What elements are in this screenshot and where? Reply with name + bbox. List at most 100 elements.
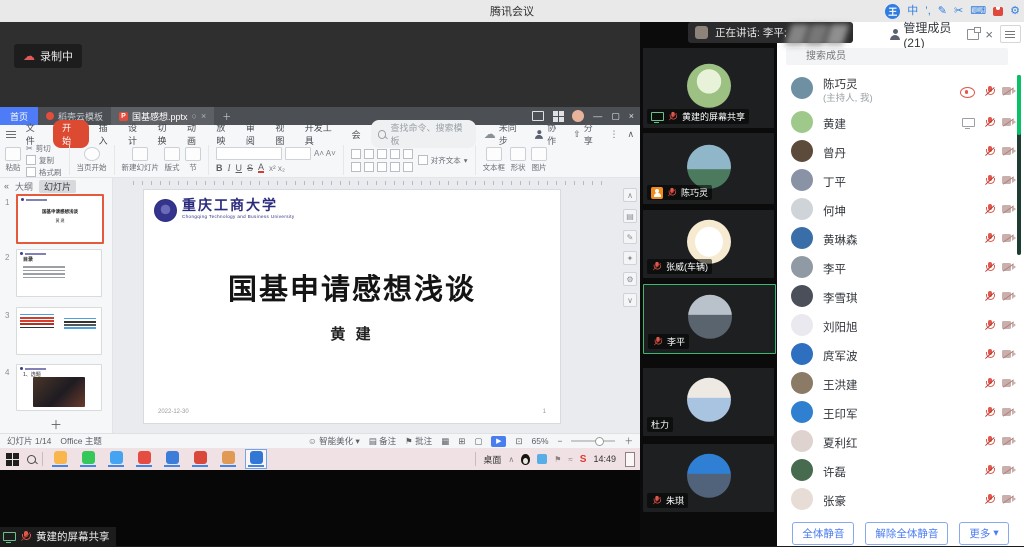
member-row[interactable]: 黄建 bbox=[777, 108, 1024, 137]
taskbar-qq-icon[interactable] bbox=[105, 449, 127, 469]
menu-review[interactable]: 审阅 bbox=[244, 120, 265, 148]
workspace-grid-icon[interactable] bbox=[553, 111, 558, 116]
ime-lang-icon[interactable]: 中 bbox=[907, 4, 918, 19]
main-menu-icon[interactable] bbox=[6, 131, 16, 138]
numbering-button[interactable] bbox=[364, 149, 374, 159]
camera-off-icon[interactable] bbox=[1002, 292, 1016, 301]
zoom-level[interactable]: 65% bbox=[532, 436, 549, 446]
indent-inc-button[interactable] bbox=[390, 149, 400, 159]
member-row[interactable]: 夏利红 bbox=[777, 427, 1024, 456]
camera-off-icon[interactable] bbox=[1002, 176, 1016, 185]
menu-devtools[interactable]: 开发工具 bbox=[303, 120, 342, 148]
slide-canvas[interactable]: 重庆工商大学 Chongqing Technology and Business… bbox=[144, 190, 560, 423]
mic-muted-icon[interactable] bbox=[984, 320, 996, 332]
popout-icon[interactable] bbox=[967, 29, 979, 40]
animation-pane-icon[interactable]: ✦ bbox=[623, 251, 637, 265]
menu-insert[interactable]: 插入 bbox=[97, 120, 118, 148]
member-row[interactable]: 黄琳森 bbox=[777, 224, 1024, 253]
camera-off-icon[interactable] bbox=[1002, 147, 1016, 156]
font-grow-shrink[interactable]: A˄ A˅ bbox=[314, 149, 336, 158]
taskbar-app2-icon[interactable] bbox=[217, 449, 239, 469]
font-family-select[interactable] bbox=[216, 147, 282, 160]
new-slide-button[interactable]: 新建幻灯片 bbox=[122, 147, 160, 173]
menu-member[interactable]: 会 bbox=[350, 127, 363, 142]
camera-off-icon[interactable] bbox=[1002, 437, 1016, 446]
taskbar-explorer-icon[interactable] bbox=[49, 449, 71, 469]
format-painter-button[interactable]: 格式刷 bbox=[26, 167, 62, 178]
member-row[interactable]: 李雪琪 bbox=[777, 282, 1024, 311]
taskbar-wechat-icon[interactable] bbox=[77, 449, 99, 469]
justify-button[interactable] bbox=[390, 162, 400, 172]
video-tile-speaking[interactable]: 李平 bbox=[643, 284, 776, 354]
slides-tab[interactable]: 幻灯片 bbox=[39, 180, 76, 193]
font-color-button[interactable]: A bbox=[258, 163, 264, 173]
ime-punct-icon[interactable]: ’, bbox=[925, 4, 931, 19]
tray-flag-icon[interactable] bbox=[554, 455, 561, 464]
desktop-toolbar[interactable]: 桌面 bbox=[483, 453, 501, 466]
font-size-select[interactable] bbox=[285, 147, 311, 160]
normal-view-icon[interactable] bbox=[441, 436, 449, 447]
video-tile[interactable]: 陈巧灵 bbox=[643, 133, 774, 204]
member-row[interactable]: 何坤 bbox=[777, 195, 1024, 224]
share-button[interactable]: 分享 bbox=[573, 121, 600, 147]
notes-button[interactable]: 备注 bbox=[369, 435, 396, 447]
restore-button[interactable]: ▢ bbox=[611, 111, 620, 122]
scroll-down-icon[interactable]: ∨ bbox=[623, 293, 637, 307]
tray-network-icon[interactable]: ≈ bbox=[568, 455, 572, 464]
video-tile[interactable]: 杜力 bbox=[643, 368, 774, 436]
menu-animation[interactable]: 动画 bbox=[185, 120, 206, 148]
skin-icon[interactable] bbox=[993, 7, 1003, 16]
superscript-subscript[interactable]: x² x₂ bbox=[269, 164, 285, 173]
notification-center-icon[interactable] bbox=[625, 452, 635, 467]
member-row[interactable]: 许磊 bbox=[777, 456, 1024, 485]
sorter-view-icon[interactable] bbox=[458, 436, 465, 447]
mute-all-button[interactable]: 全体静音 bbox=[792, 522, 854, 545]
member-row[interactable]: 陈巧灵 (主持人, 我) bbox=[777, 74, 1024, 108]
ime-logo-icon[interactable]: 王 bbox=[885, 4, 900, 19]
camera-off-icon[interactable] bbox=[1002, 350, 1016, 359]
minimize-button[interactable]: — bbox=[593, 111, 602, 121]
camera-off-icon[interactable] bbox=[1002, 408, 1016, 417]
edit-icon[interactable] bbox=[623, 230, 637, 244]
play-from-page-button[interactable]: 当页开始 bbox=[77, 147, 107, 173]
split-view-icon[interactable] bbox=[532, 111, 544, 121]
slideshow-play-button[interactable]: ▶ bbox=[491, 436, 506, 447]
mic-muted-icon[interactable] bbox=[984, 494, 996, 506]
start-button[interactable] bbox=[6, 453, 12, 459]
textbox-button[interactable]: 文本框 bbox=[483, 147, 506, 173]
slide-thumbnail-4[interactable]: 1、选题 bbox=[16, 364, 102, 411]
copy-button[interactable]: 复制 bbox=[26, 155, 62, 166]
softkeyboard-icon[interactable] bbox=[970, 4, 986, 19]
bold-button[interactable]: B bbox=[216, 163, 223, 173]
member-row[interactable]: 王印军 bbox=[777, 398, 1024, 427]
indent-dec-button[interactable] bbox=[377, 149, 387, 159]
outline-tab[interactable]: 大纲 bbox=[15, 180, 33, 193]
taskbar-tim-icon[interactable] bbox=[133, 449, 155, 469]
menu-transition[interactable]: 切换 bbox=[156, 120, 177, 148]
underline-button[interactable]: U bbox=[236, 163, 243, 173]
theme-name[interactable]: Office 主题 bbox=[60, 435, 101, 447]
camera-off-icon[interactable] bbox=[1002, 466, 1016, 475]
collaborate-button[interactable]: 协作 bbox=[533, 121, 564, 147]
panel-menu-button[interactable] bbox=[1000, 25, 1021, 43]
tray-app-icon[interactable] bbox=[537, 454, 547, 464]
member-list-scrollbar[interactable] bbox=[1017, 75, 1021, 255]
align-left-button[interactable] bbox=[351, 162, 361, 172]
align-right-button[interactable] bbox=[377, 162, 387, 172]
fit-window-icon[interactable] bbox=[515, 436, 522, 447]
mic-muted-icon[interactable] bbox=[984, 233, 996, 245]
camera-off-icon[interactable] bbox=[1002, 118, 1016, 127]
watching-icon[interactable] bbox=[960, 87, 975, 98]
zoom-in-button[interactable]: ＋ bbox=[624, 435, 633, 447]
video-tile[interactable]: 朱琪 bbox=[643, 444, 774, 512]
member-row[interactable]: 刘阳旭 bbox=[777, 311, 1024, 340]
close-button[interactable]: × bbox=[629, 111, 634, 121]
menu-design[interactable]: 设计 bbox=[126, 120, 147, 148]
cut-button[interactable]: 剪切 bbox=[26, 143, 62, 154]
collapse-pane-icon[interactable]: « bbox=[4, 181, 9, 191]
zoom-out-button[interactable]: − bbox=[558, 436, 563, 446]
mic-muted-icon[interactable] bbox=[984, 407, 996, 419]
tray-qq-icon[interactable] bbox=[521, 454, 530, 465]
screenshot-icon[interactable] bbox=[954, 4, 963, 19]
bullets-button[interactable] bbox=[351, 149, 361, 159]
